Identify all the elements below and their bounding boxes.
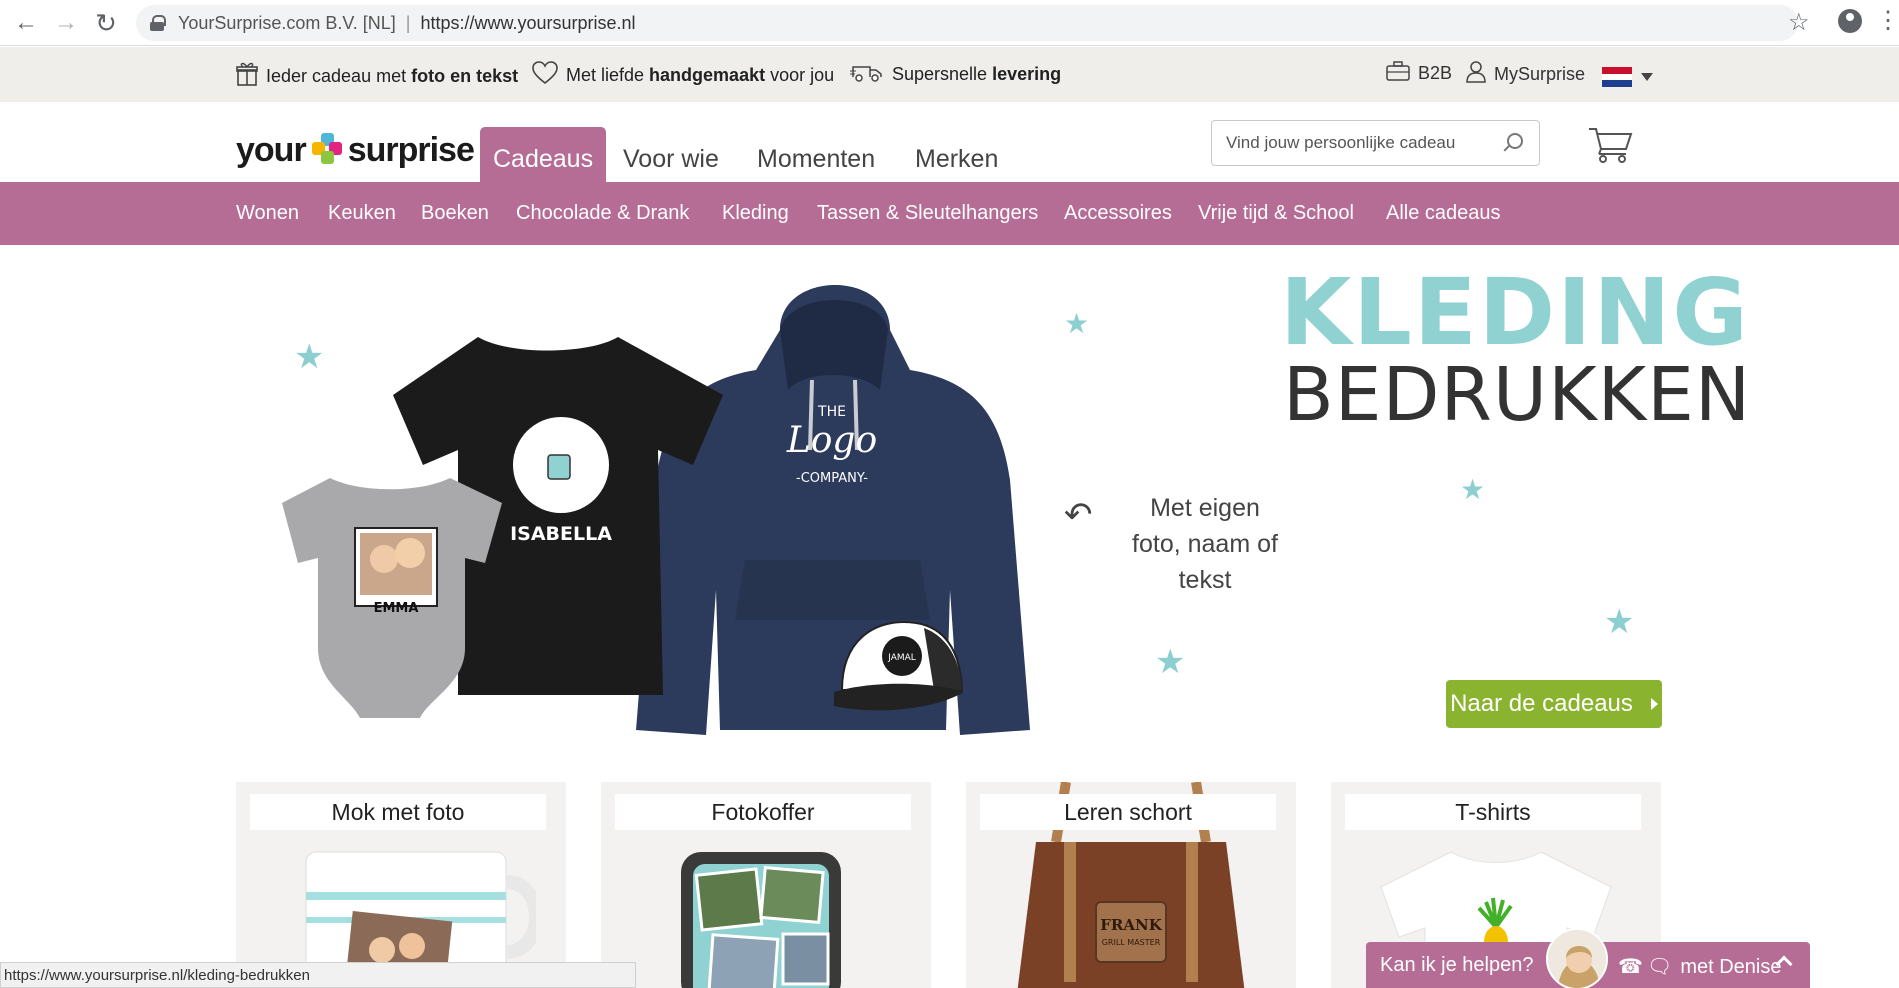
product-card-fotokoffer[interactable]: Fotokoffer xyxy=(601,782,931,988)
logo-text-left: your xyxy=(236,130,307,169)
product-card-schort[interactable]: FRANK GRILL MASTER Leren schort xyxy=(966,782,1296,988)
user-icon xyxy=(1466,61,1486,88)
address-bar[interactable]: YourSurprise.com B.V. [NL] | https://www… xyxy=(136,5,1798,41)
usp-handmade: Met liefde handgemaakt voor jou xyxy=(532,61,834,90)
suitcase-image xyxy=(681,852,841,988)
category-alle-cadeaus[interactable]: Alle cadeaus xyxy=(1386,202,1501,225)
usp-bold-1: foto en tekst xyxy=(411,66,519,86)
usp-photo-text: Ieder cadeau met foto en tekst xyxy=(236,61,518,92)
chat-question: Kan ik je helpen? xyxy=(1380,954,1534,976)
back-icon[interactable]: ← xyxy=(6,0,46,46)
search-input[interactable] xyxy=(1212,121,1492,165)
product-card-mok[interactable]: Mok met foto xyxy=(236,782,566,988)
decorative-star-icon: ★ xyxy=(1064,308,1090,339)
delivery-truck-icon xyxy=(850,61,884,88)
b2b-link[interactable]: B2B xyxy=(1386,61,1452,86)
heart-icon xyxy=(532,61,558,90)
hoodie-company-text: -COMPANY- xyxy=(796,471,868,486)
shopping-cart-icon[interactable] xyxy=(1588,125,1634,163)
search-box xyxy=(1211,120,1540,166)
hero-title-line1: KLEDING xyxy=(1280,259,1750,366)
category-keuken[interactable]: Keuken xyxy=(328,202,396,225)
hoodie-the-text: THE xyxy=(817,404,846,420)
card-label: T-shirts xyxy=(1345,794,1641,830)
chevron-right-icon xyxy=(1650,698,1658,710)
curved-arrow-icon: ↶ xyxy=(1064,496,1093,534)
onesie-name-text: EMMA xyxy=(374,601,419,616)
usp-text-3: Supersnelle xyxy=(892,64,993,84)
chat-bubble-icon: 🗨 xyxy=(1646,956,1673,978)
profile-icon[interactable] xyxy=(1838,9,1862,33)
logo-text-right: surprise xyxy=(347,130,475,169)
forward-icon[interactable]: → xyxy=(46,0,86,46)
decorative-star-icon: ★ xyxy=(1604,603,1635,641)
tab-merken[interactable]: Merken xyxy=(902,127,1011,184)
hoodie-logo-text: Logo xyxy=(786,420,877,461)
reload-icon[interactable]: ↻ xyxy=(86,0,126,46)
language-chevron-down-icon[interactable] xyxy=(1641,73,1653,81)
chat-agent-name: met Denise xyxy=(1680,956,1782,978)
hero-cta-label: Naar de cadeaus xyxy=(1450,690,1633,717)
lock-icon xyxy=(150,15,166,31)
dutch-flag-icon[interactable] xyxy=(1602,67,1632,87)
decorative-star-icon: ★ xyxy=(294,338,325,376)
apron-sub-text: GRILL MASTER xyxy=(1102,938,1161,947)
usp-bold-2: handgemaakt xyxy=(649,65,766,85)
card-label: Mok met foto xyxy=(250,794,546,830)
hero-banner[interactable]: ★ ★ ★ ★ ★ THE Logo -COMPANY- ISABELLA EM… xyxy=(0,245,1899,745)
category-chocolade-drank[interactable]: Chocolade & Drank xyxy=(516,202,689,225)
card-label: Leren schort xyxy=(980,794,1276,830)
briefcase-icon xyxy=(1386,61,1410,86)
hero-title-line2: BEDRUKKEN xyxy=(1283,352,1752,438)
category-accessoires[interactable]: Accessoires xyxy=(1064,202,1172,225)
decorative-star-icon: ★ xyxy=(1155,643,1186,681)
category-tassen[interactable]: Tassen & Sleutelhangers xyxy=(817,202,1038,225)
usp-delivery: Supersnelle levering xyxy=(850,61,1061,88)
cap-name-text: JAMAL xyxy=(887,653,916,663)
address-url: https://www.yoursurprise.nl xyxy=(420,12,636,33)
chat-widget[interactable]: Kan ik je helpen? ☎ 🗨 met Denise xyxy=(1366,928,1810,988)
usp-bold-3: levering xyxy=(992,64,1062,84)
browser-toolbar: ← → ↻ YourSurprise.com B.V. [NL] | https… xyxy=(0,0,1899,46)
chat-agent-avatar xyxy=(1546,928,1608,988)
hero-note: Met eigen foto, naam of tekst xyxy=(1132,494,1278,594)
browser-status-url: https://www.yoursurprise.nl/kleding-bedr… xyxy=(0,962,636,988)
cap-illustration: JAMAL xyxy=(834,620,964,711)
tab-momenten[interactable]: Momenten xyxy=(744,127,888,184)
mysurprise-label: MySurprise xyxy=(1494,64,1586,84)
site-header: your surprise Cadeaus Voor wie Momenten … xyxy=(0,102,1899,184)
category-nav: Wonen Keuken Boeken Chocolade & Drank Kl… xyxy=(0,182,1899,245)
category-wonen[interactable]: Wonen xyxy=(236,202,299,225)
usp-bar: Ieder cadeau met foto en tekst Met liefd… xyxy=(0,47,1899,102)
search-icon[interactable] xyxy=(1507,133,1523,149)
decorative-star-icon: ★ xyxy=(1460,474,1486,505)
category-boeken[interactable]: Boeken xyxy=(421,202,489,225)
card-label: Fotokoffer xyxy=(615,794,911,830)
phone-icon: ☎ xyxy=(1618,956,1643,978)
tshirt-name-text: ISABELLA xyxy=(510,523,612,545)
hero-cta-button[interactable]: Naar de cadeaus xyxy=(1446,680,1662,728)
bookmark-star-icon[interactable]: ☆ xyxy=(1788,8,1810,37)
usp-text-1: Ieder cadeau met xyxy=(266,66,412,86)
site-logo[interactable]: your surprise xyxy=(236,130,475,170)
mysurprise-link[interactable]: MySurprise xyxy=(1466,61,1585,88)
category-kleding[interactable]: Kleding xyxy=(722,202,789,225)
site-identity: YourSurprise.com B.V. [NL] xyxy=(178,12,396,33)
usp-text-2b: voor jou xyxy=(765,65,835,85)
tab-cadeaus[interactable]: Cadeaus xyxy=(480,127,607,184)
logo-mark-icon xyxy=(311,133,342,167)
address-separator: | xyxy=(405,12,411,33)
category-vrije-tijd[interactable]: Vrije tijd & School xyxy=(1198,202,1354,225)
b2b-label: B2B xyxy=(1418,63,1453,83)
onesie-illustration: EMMA xyxy=(282,478,502,718)
tab-voor-wie[interactable]: Voor wie xyxy=(610,127,732,184)
apron-name-text: FRANK xyxy=(1100,916,1162,934)
gift-icon xyxy=(236,61,258,92)
usp-text-2: Met liefde xyxy=(566,65,650,85)
browser-menu-icon[interactable]: ⋮ xyxy=(1876,6,1899,36)
